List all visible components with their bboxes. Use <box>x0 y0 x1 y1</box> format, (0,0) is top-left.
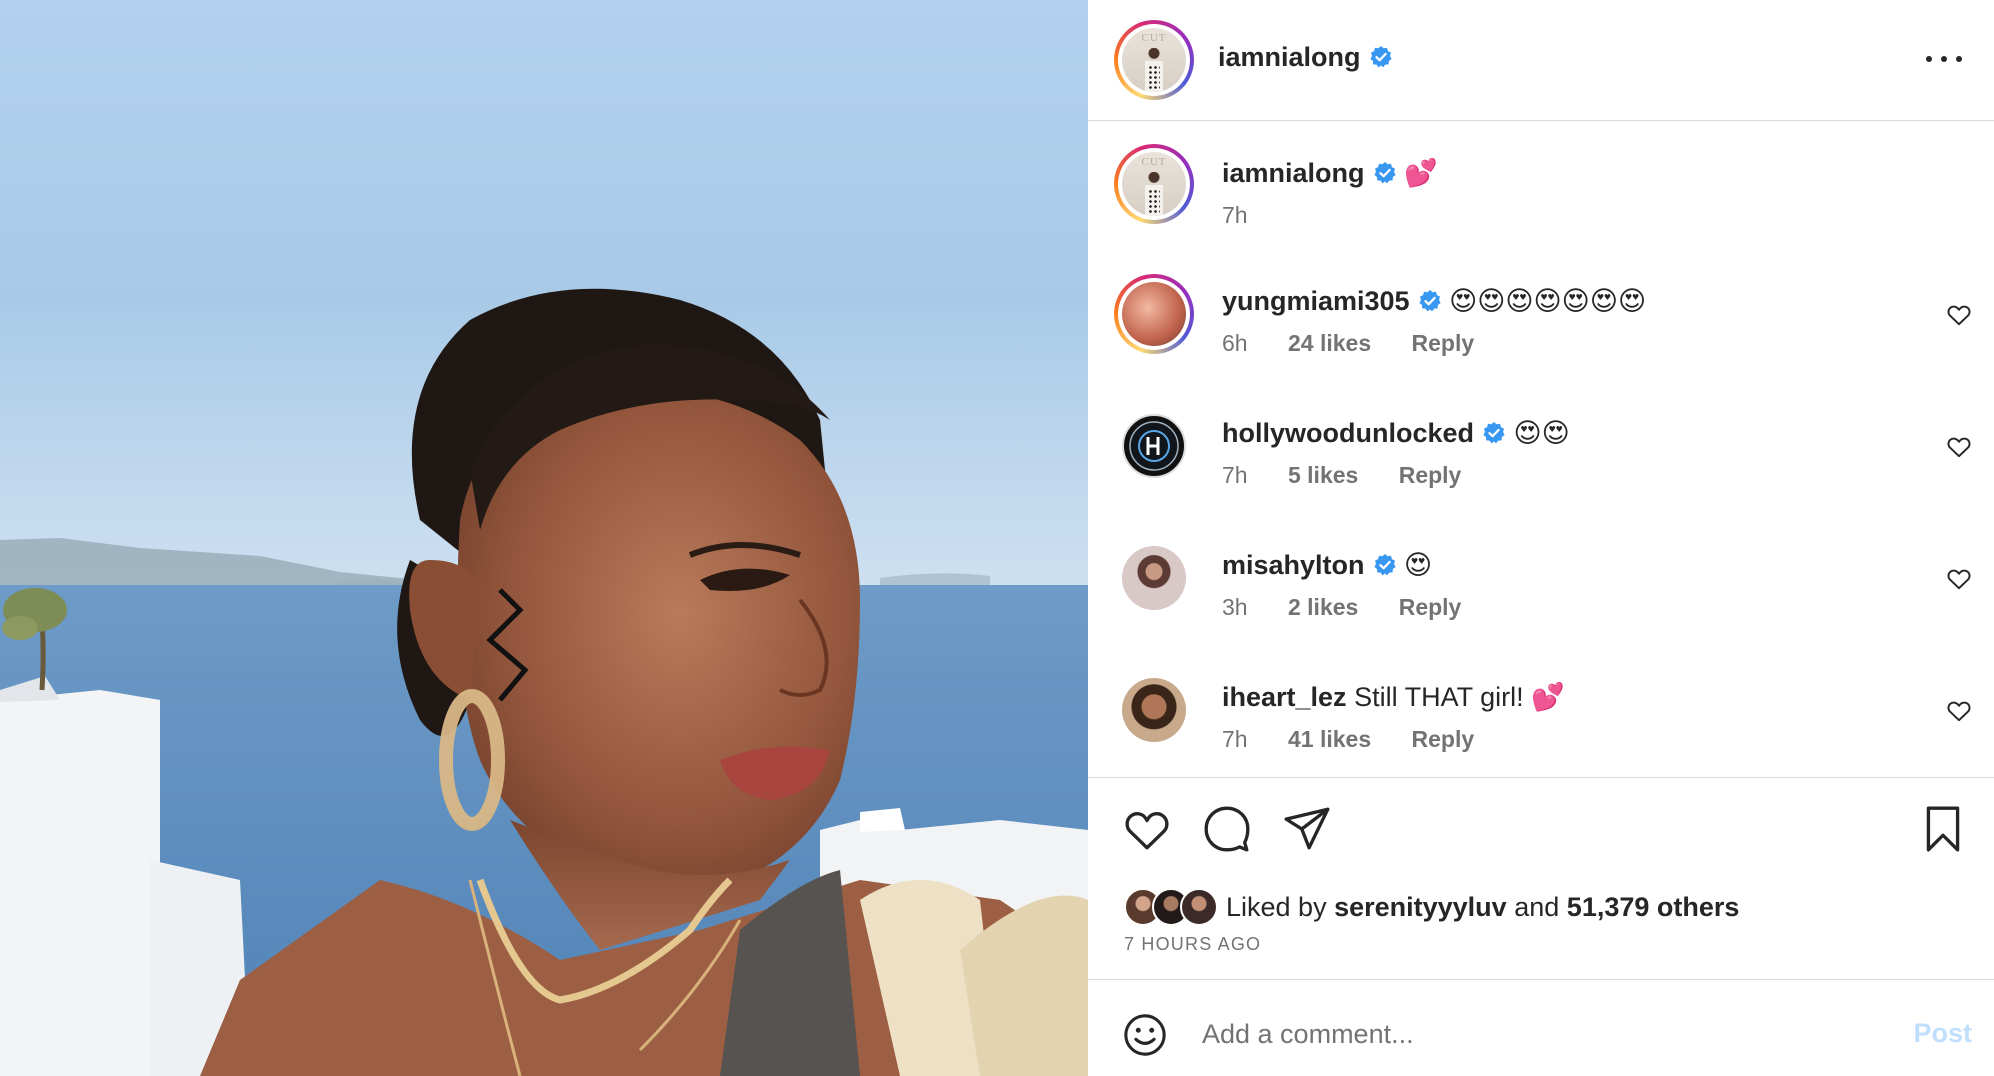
comment-time[interactable]: 3h <box>1222 594 1248 620</box>
post-timestamp[interactable]: 7 HOURS AGO <box>1124 934 1261 955</box>
comment-row: hollywoodunlocked 😍😍 7h 5 likes Reply <box>1088 406 1994 526</box>
comment-meta: 7h 5 likes Reply <box>1222 462 1495 489</box>
comment-likes-count[interactable]: 5 likes <box>1288 462 1358 488</box>
comment-time[interactable]: 7h <box>1222 462 1248 488</box>
author-username-header[interactable]: iamnialong <box>1218 42 1393 73</box>
liked-by-prefix: Liked by <box>1226 891 1327 922</box>
commenter-avatar[interactable] <box>1122 546 1186 610</box>
more-options-button[interactable] <box>1926 44 1962 74</box>
comment-username[interactable]: iheart_lez <box>1222 682 1347 712</box>
liked-by-and: and <box>1514 891 1560 922</box>
caption-row: CUT iamnialong 💕 7h <box>1088 144 1994 264</box>
caption-username[interactable]: iamnialong <box>1222 158 1365 188</box>
comment-text: Still THAT girl! 💕 <box>1354 682 1565 712</box>
comments-list[interactable]: CUT iamnialong 💕 7h yungmiami305 😍😍😍😍😍😍😍… <box>1088 122 1994 778</box>
comment-text-line: iheart_lez Still THAT girl! 💕 <box>1222 680 1565 714</box>
comment-likes-count[interactable]: 24 likes <box>1288 330 1371 356</box>
verified-badge-icon <box>1373 554 1396 576</box>
comment-username[interactable]: hollywoodunlocked <box>1222 418 1474 448</box>
commenter-avatar[interactable] <box>1122 678 1186 742</box>
commenter-avatar <box>1122 282 1186 346</box>
comment-input[interactable] <box>1202 1006 1842 1062</box>
comment-text: 😍 <box>1404 550 1433 580</box>
verified-badge-icon <box>1373 162 1396 184</box>
comment-like-heart-icon[interactable] <box>1946 302 1972 328</box>
comment-username[interactable]: yungmiami305 <box>1222 286 1410 316</box>
comment-like-heart-icon[interactable] <box>1946 434 1972 460</box>
emoji-icon[interactable] <box>1122 1012 1168 1058</box>
hollywood-unlocked-logo <box>1129 421 1179 471</box>
author-avatar-ring[interactable]: CUT <box>1114 20 1194 100</box>
post-header: CUT iamnialong <box>1088 0 1994 121</box>
comment-text: 😍😍😍😍😍😍😍 <box>1449 286 1647 316</box>
commenter-avatar[interactable] <box>1122 414 1186 478</box>
comment-avatar-ring[interactable] <box>1114 274 1194 354</box>
comment-reply-button[interactable]: Reply <box>1399 594 1462 620</box>
liker-avatars <box>1124 888 1218 926</box>
verified-badge-icon <box>1483 422 1505 444</box>
post-photo-illustration <box>0 0 1088 1076</box>
comment-reply-button[interactable]: Reply <box>1412 726 1475 752</box>
comment-time[interactable]: 7h <box>1222 726 1248 752</box>
comment-bubble-icon[interactable] <box>1202 804 1252 854</box>
author-username-text[interactable]: iamnialong <box>1218 42 1361 72</box>
comment-like-heart-icon[interactable] <box>1946 566 1972 592</box>
liker-avatar[interactable] <box>1180 888 1218 926</box>
comment-meta: 6h 24 likes Reply <box>1222 330 1508 357</box>
comment-text-line: yungmiami305 😍😍😍😍😍😍😍 <box>1222 284 1646 318</box>
post-photo[interactable] <box>0 0 1088 1076</box>
post-details-panel: CUT iamnialong CUT iamnialong 💕 7h yungm… <box>1088 0 1994 1076</box>
verified-badge-icon <box>1418 290 1441 312</box>
liked-by-summary: Liked by serenityyyluv and 51,379 others <box>1124 888 1739 926</box>
comment-likes-count[interactable]: 2 likes <box>1288 594 1358 620</box>
caption-avatar: CUT <box>1122 152 1186 216</box>
bookmark-icon[interactable] <box>1918 804 1968 854</box>
comment-username[interactable]: misahylton <box>1222 550 1365 580</box>
author-avatar: CUT <box>1122 28 1186 92</box>
comment-row: iheart_lez Still THAT girl! 💕 7h 41 like… <box>1088 670 1994 777</box>
add-comment-bar: Post <box>1088 982 1994 1076</box>
caption-meta: 7h <box>1222 202 1282 229</box>
comment-meta: 3h 2 likes Reply <box>1222 594 1495 621</box>
comment-likes-count[interactable]: 41 likes <box>1288 726 1371 752</box>
verified-badge-icon <box>1369 46 1392 68</box>
caption-text: 💕 <box>1404 158 1438 188</box>
comment-row: yungmiami305 😍😍😍😍😍😍😍 6h 24 likes Reply <box>1088 274 1994 394</box>
heart-icon[interactable] <box>1122 804 1172 854</box>
liked-by-others[interactable]: 51,379 others <box>1567 892 1740 923</box>
post-comment-button[interactable]: Post <box>1913 1018 1972 1049</box>
caption-time[interactable]: 7h <box>1222 202 1248 228</box>
comment-row: misahylton 😍 3h 2 likes Reply <box>1088 538 1994 658</box>
caption-avatar-ring[interactable]: CUT <box>1114 144 1194 224</box>
caption-line: iamnialong 💕 <box>1222 156 1438 190</box>
comment-text: 😍😍 <box>1513 418 1570 448</box>
comment-text-line: hollywoodunlocked 😍😍 <box>1222 416 1570 450</box>
comment-meta: 7h 41 likes Reply <box>1222 726 1508 753</box>
comment-like-heart-icon[interactable] <box>1946 698 1972 724</box>
comment-reply-button[interactable]: Reply <box>1412 330 1475 356</box>
comment-text-line: misahylton 😍 <box>1222 548 1432 582</box>
comment-reply-button[interactable]: Reply <box>1399 462 1462 488</box>
liked-by-user[interactable]: serenityyyluv <box>1334 892 1507 923</box>
comment-time[interactable]: 6h <box>1222 330 1248 356</box>
paper-plane-icon[interactable] <box>1282 804 1332 854</box>
more-horizontal-icon <box>1926 56 1932 62</box>
post-actions: Liked by serenityyyluv and 51,379 others… <box>1088 780 1994 980</box>
